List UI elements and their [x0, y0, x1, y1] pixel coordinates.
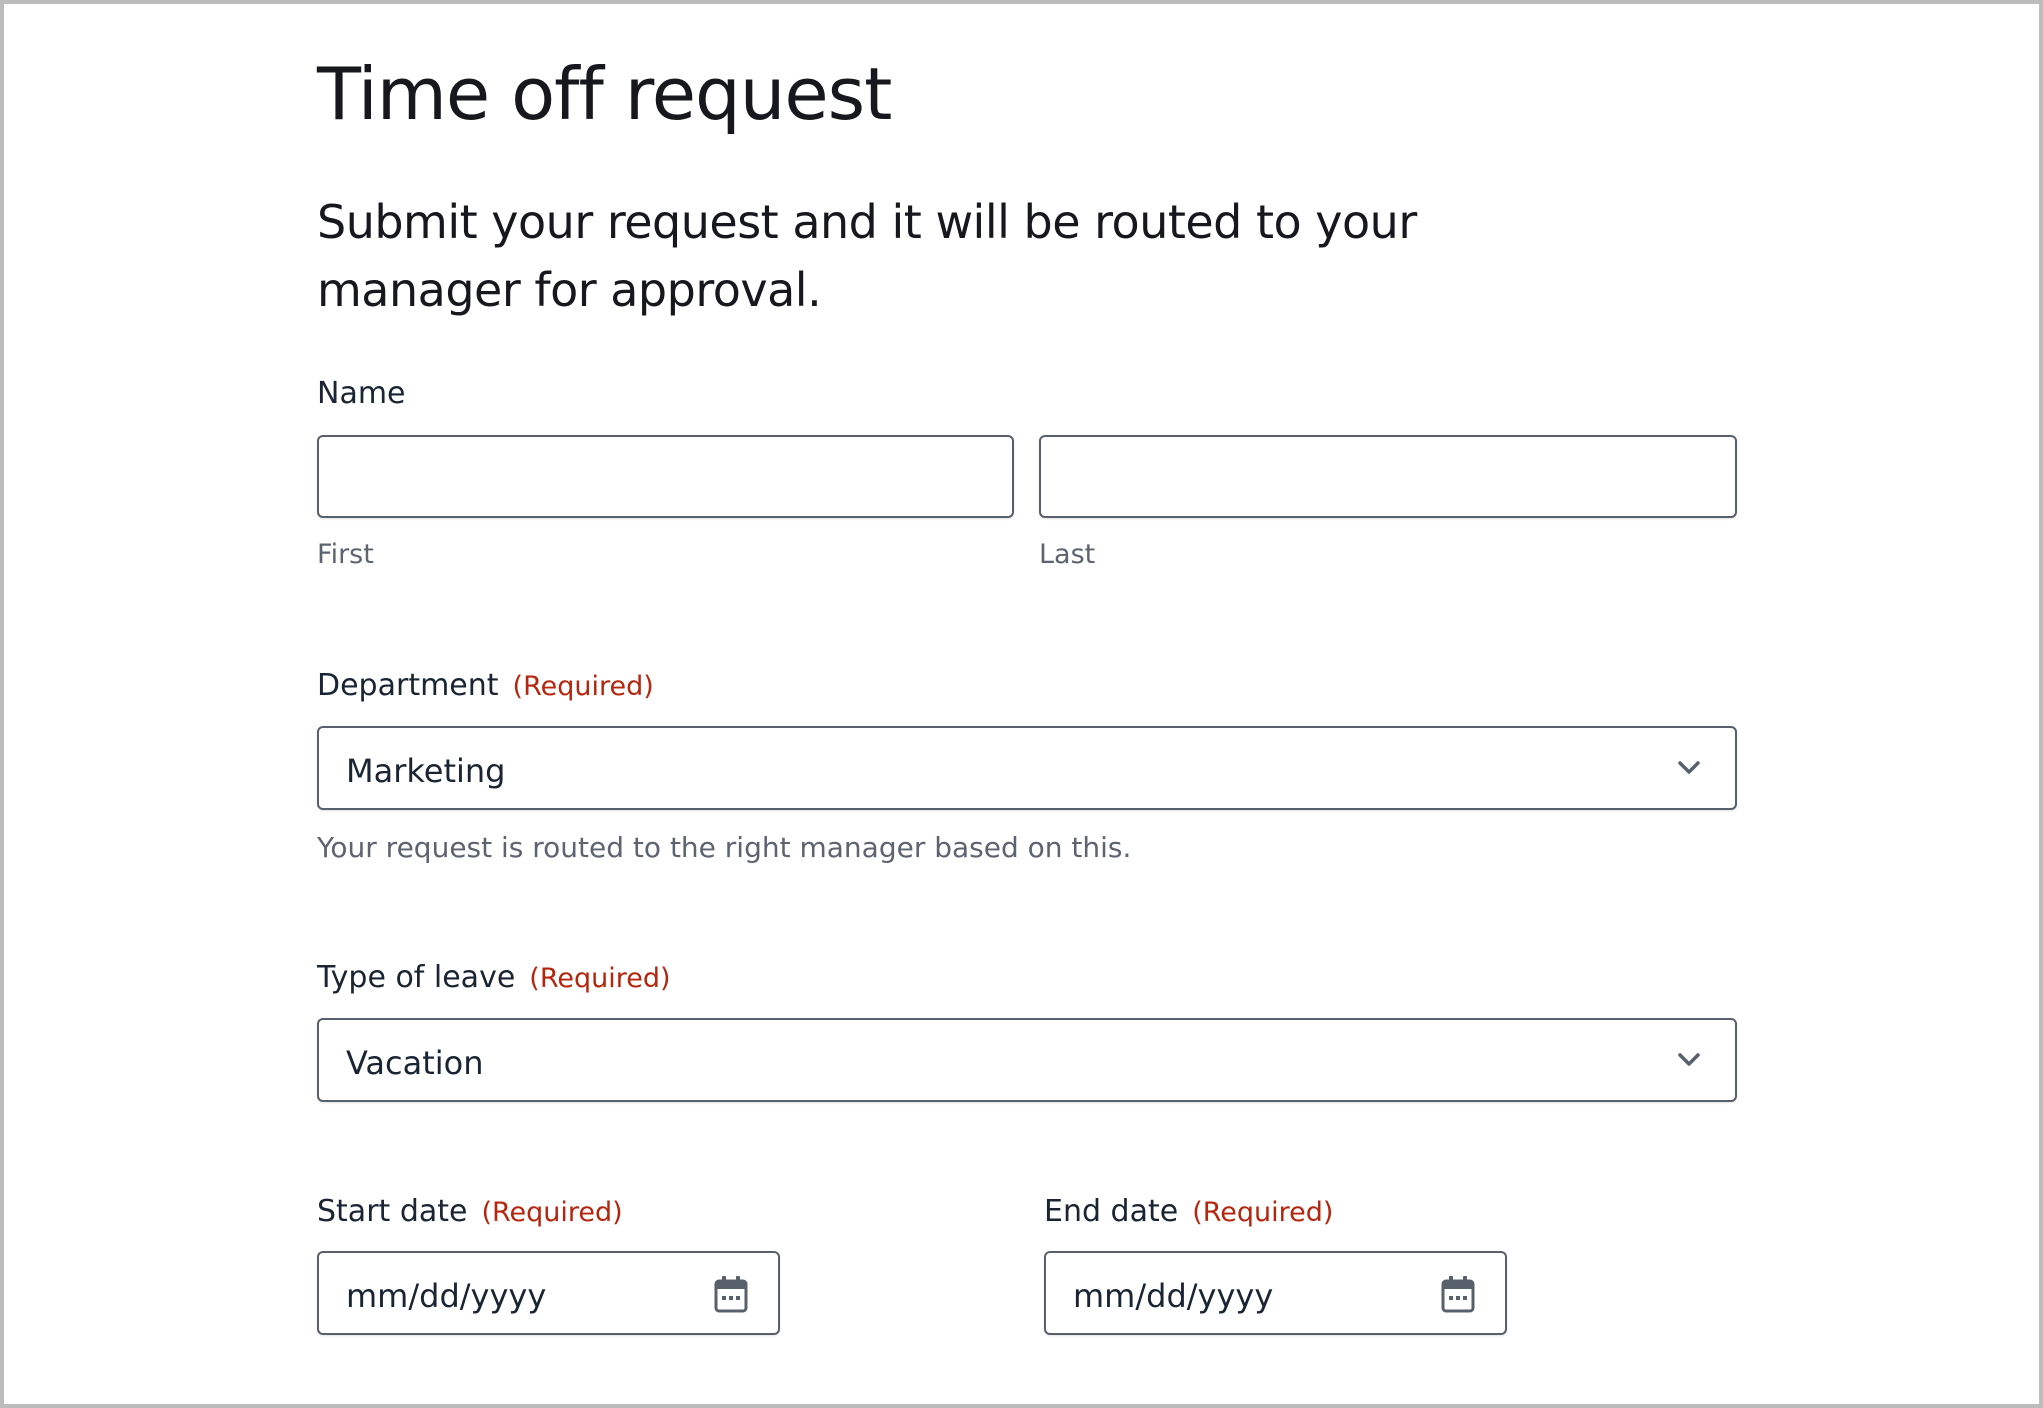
start-date-input[interactable]: mm/dd/yyyy — [317, 1251, 780, 1335]
department-label-text: Department — [317, 668, 499, 703]
end-date-placeholder: mm/dd/yyyy — [1073, 1277, 1274, 1315]
leave-type-label: Type of leave (Required) — [317, 960, 671, 995]
department-label: Department (Required) — [317, 668, 654, 703]
start-date-required-indicator: (Required) — [481, 1197, 623, 1228]
last-name-input[interactable] — [1039, 435, 1737, 518]
chevron-down-icon — [1678, 1053, 1700, 1066]
end-date-label: End date (Required) — [1044, 1194, 1333, 1229]
first-name-sublabel: First — [317, 539, 374, 570]
end-date-required-indicator: (Required) — [1192, 1197, 1334, 1228]
first-name-input[interactable] — [317, 435, 1014, 518]
leave-type-label-text: Type of leave — [317, 960, 516, 995]
calendar-icon[interactable] — [1441, 1275, 1475, 1313]
page-subtitle: Submit your request and it will be route… — [317, 195, 1417, 317]
leave-type-required-indicator: (Required) — [529, 963, 671, 994]
page-frame: Time off request Submit your request and… — [0, 0, 2043, 1408]
start-date-placeholder: mm/dd/yyyy — [346, 1277, 547, 1315]
page-title: Time off request — [317, 52, 892, 136]
department-selected-value: Marketing — [346, 752, 506, 790]
department-select[interactable]: Marketing — [317, 726, 1737, 810]
name-label-text: Name — [317, 376, 406, 411]
chevron-down-icon — [1678, 761, 1700, 774]
calendar-icon[interactable] — [714, 1275, 748, 1313]
leave-type-selected-value: Vacation — [346, 1044, 484, 1082]
start-date-label-text: Start date — [317, 1194, 468, 1229]
department-hint: Your request is routed to the right mana… — [317, 831, 1132, 864]
start-date-label: Start date (Required) — [317, 1194, 623, 1229]
end-date-label-text: End date — [1044, 1194, 1179, 1229]
name-label: Name — [317, 376, 406, 411]
department-required-indicator: (Required) — [512, 671, 654, 702]
leave-type-select[interactable]: Vacation — [317, 1018, 1737, 1102]
end-date-input[interactable]: mm/dd/yyyy — [1044, 1251, 1507, 1335]
last-name-sublabel: Last — [1039, 539, 1096, 570]
